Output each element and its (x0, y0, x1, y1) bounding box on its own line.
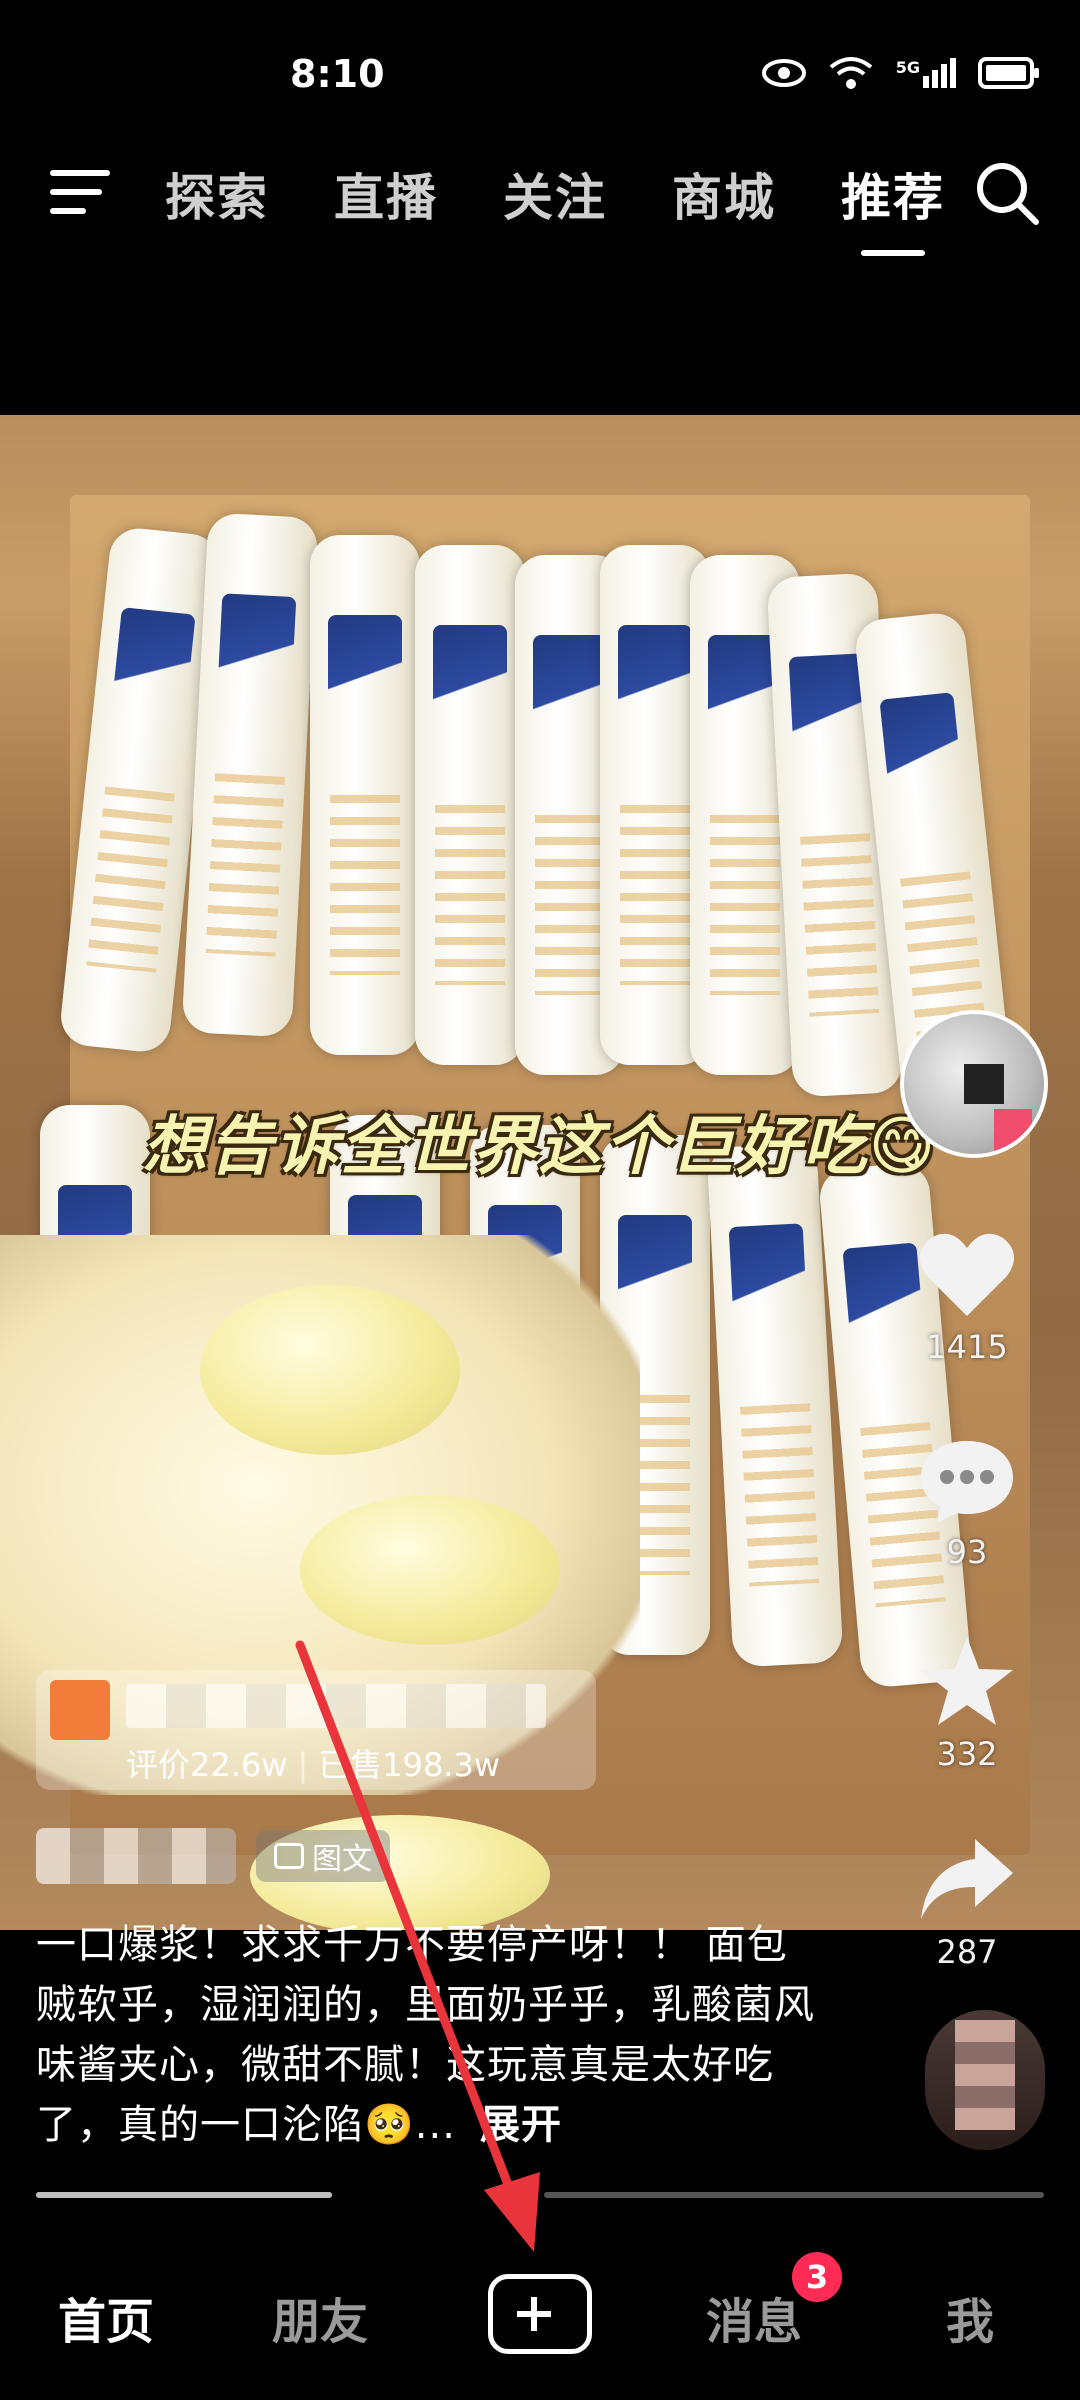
cream-filling (200, 1285, 460, 1455)
network-label: 5G (895, 58, 920, 77)
product-pack (415, 545, 525, 1065)
nav-messages[interactable]: 消息 (706, 2282, 802, 2352)
image-icon (274, 1843, 304, 1869)
product-meta: 评价22.6w | 已售198.3w (126, 1746, 501, 1784)
messages-badge: 3 (792, 2252, 842, 2302)
product-thumbnail (50, 1680, 110, 1740)
progress-fill (36, 2192, 332, 2198)
like-count: 1415 (926, 1328, 1008, 1366)
share-arrow-icon (921, 1839, 1013, 1919)
post-type-tag: 图文 (256, 1830, 390, 1882)
cream-filling (300, 1495, 560, 1645)
progress-bar[interactable] (36, 2192, 1044, 2198)
search-icon[interactable] (974, 160, 1040, 226)
nav-home[interactable]: 首页 (58, 2282, 154, 2352)
like-button[interactable]: 1415 (892, 1230, 1042, 1366)
nav-friends[interactable]: 朋友 (272, 2282, 368, 2352)
product-pack (310, 535, 420, 1055)
share-button[interactable]: 287 (892, 1835, 1042, 1971)
product-card[interactable]: 评价22.6w | 已售198.3w (36, 1670, 596, 1790)
product-title-pixelated (126, 1684, 546, 1728)
cell-signal-icon: 5G (896, 58, 956, 88)
product-reviews: 评价22.6w (126, 1746, 288, 1784)
favorite-button[interactable]: 332 (892, 1635, 1042, 1773)
description-text: 一口爆浆！求求千万不要停产呀！！ 面包贼软乎，湿润润的，里面奶乎乎，乳酸菌风味酱… (36, 1922, 815, 2148)
status-icons: 5G (761, 55, 1040, 91)
author-name-pixelated[interactable] (36, 1828, 236, 1884)
avatar-pixelated (964, 1064, 1004, 1104)
bottom-nav: 首页 朋友 消息 3 我 (0, 2230, 1080, 2400)
post-type-label: 图文 (312, 1842, 372, 1877)
author-row: 图文 (36, 1825, 390, 1887)
avatar-pixelated (994, 1109, 1032, 1154)
comment-count: 93 (946, 1533, 988, 1571)
status-time: 8:10 (290, 52, 385, 96)
tab-following[interactable]: 关注 (503, 158, 607, 230)
tab-live[interactable]: 直播 (334, 158, 438, 230)
star-icon (921, 1637, 1013, 1725)
progress-segment-current (36, 2192, 332, 2198)
status-bar: 8:10 5G (0, 0, 1080, 120)
comment-icon (921, 1441, 1013, 1523)
eye-icon (761, 59, 806, 87)
tab-mall[interactable]: 商城 (672, 158, 776, 230)
music-disc[interactable] (925, 2010, 1045, 2150)
tab-explore[interactable]: 探索 (165, 158, 269, 230)
progress-segment-next (544, 2192, 1044, 2198)
create-post-button[interactable] (488, 2274, 592, 2354)
tab-recommend[interactable]: 推荐 (841, 158, 945, 256)
product-sold: 已售198.3w (318, 1746, 501, 1784)
menu-icon[interactable] (50, 168, 114, 216)
wifi-icon (829, 57, 872, 89)
battery-icon (978, 57, 1039, 89)
nav-me[interactable]: 我 (946, 2282, 994, 2352)
comment-button[interactable]: 93 (892, 1435, 1042, 1571)
share-count: 287 (936, 1933, 998, 1971)
favorite-count: 332 (936, 1735, 998, 1773)
post-description[interactable]: 一口爆浆！求求千万不要停产呀！！ 面包贼软乎，湿润润的，里面奶乎乎，乳酸菌风味酱… (36, 1915, 816, 2155)
heart-icon (919, 1233, 1015, 1316)
top-nav: 探索 直播 关注 商城 推荐 (0, 140, 1080, 256)
creator-avatar[interactable] (900, 1010, 1048, 1158)
expand-button[interactable]: 展开 (480, 2102, 562, 2148)
top-tabs: 探索 直播 关注 商城 推荐 (165, 158, 945, 256)
